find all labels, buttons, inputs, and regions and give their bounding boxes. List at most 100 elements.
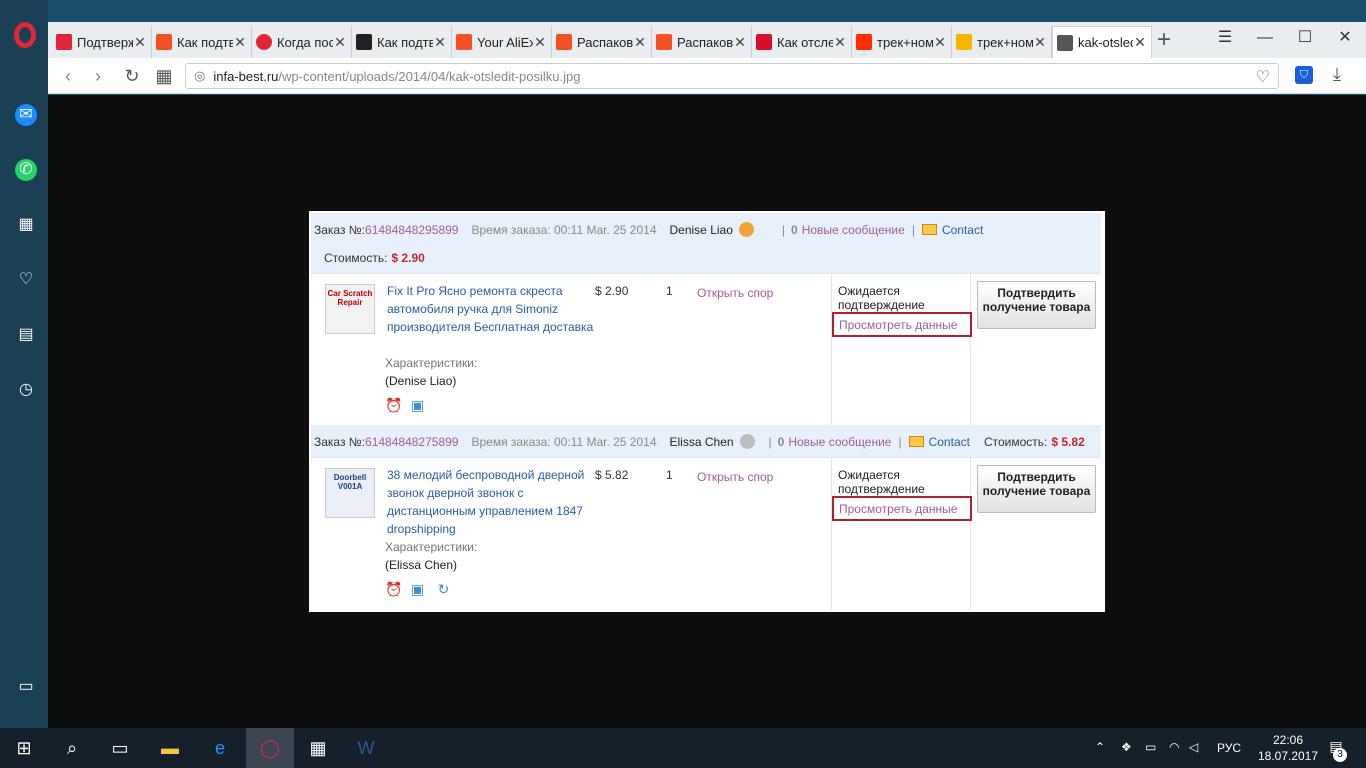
minimize-button[interactable]: — — [1250, 26, 1280, 50]
order-number[interactable]: 61484848275899 — [365, 435, 458, 449]
order-info-line: Заказ №: 61484848295899 Время заказа: 00… — [314, 222, 984, 237]
tab-close-icon[interactable]: ✕ — [233, 34, 247, 51]
seller-name[interactable]: Denise Liao — [670, 223, 733, 237]
tab-close-icon[interactable]: ✕ — [733, 34, 747, 51]
tab-1[interactable]: Подтверждение ✕ — [52, 26, 152, 58]
battery-icon[interactable]: ▭ — [1145, 740, 1159, 754]
bookmark-heart-icon[interactable]: ♡ — [1256, 67, 1270, 87]
new-messages-link[interactable]: Новые сообщение — [788, 435, 891, 449]
tab-6[interactable]: Распаковка ✕ — [552, 26, 652, 58]
opera-taskbar-icon[interactable]: ◯ — [246, 728, 294, 768]
product-title-link[interactable]: 38 мелодий беспроводной дверной звонок д… — [387, 466, 597, 538]
volume-icon[interactable]: ◁ — [1189, 740, 1203, 754]
buyer-name: (Denise Liao) — [385, 374, 457, 388]
product-title-link[interactable]: Fix It Pro Ясно ремонта скреста автомоби… — [387, 282, 597, 336]
speed-dial-icon[interactable]: ▦ — [15, 214, 37, 236]
open-dispute-link[interactable]: Открыть спор — [697, 286, 773, 300]
confirm-receipt-button[interactable]: Подтвердить получение товара — [977, 465, 1096, 513]
open-dispute-link[interactable]: Открыть спор — [697, 470, 773, 484]
view-details-link[interactable]: Просмотреть данные — [832, 496, 972, 521]
tab-2[interactable]: Как подтвердить ✕ — [152, 26, 252, 58]
tab-close-icon[interactable]: ✕ — [533, 34, 547, 51]
tab-close-icon[interactable]: ✕ — [1133, 34, 1147, 51]
seller-name[interactable]: Elissa Chen — [670, 435, 734, 449]
messages-count: 0 — [791, 222, 798, 237]
tab-close-icon[interactable]: ✕ — [333, 34, 347, 51]
tab-menu-icon[interactable]: ☰ — [1210, 26, 1240, 50]
tab-favicon-icon — [1057, 34, 1073, 51]
alarm-clock-icon[interactable]: ⏰ — [385, 582, 402, 596]
tab-title: Как отследить — [777, 34, 833, 50]
edge-icon[interactable]: e — [196, 728, 244, 768]
bookmarks-heart-icon[interactable]: ♡ — [15, 269, 37, 291]
notification-count-badge: 3 — [1333, 748, 1347, 762]
envelope-icon — [921, 224, 937, 235]
forward-icon[interactable]: › — [86, 64, 110, 88]
tab-close-icon[interactable]: ✕ — [1033, 34, 1047, 51]
envelope-icon — [908, 436, 924, 447]
search-icon[interactable]: ⌕ — [48, 728, 96, 768]
new-messages-link[interactable]: Новые сообщение — [802, 223, 905, 237]
cost-label: Стоимость: — [983, 434, 1048, 449]
tab-close-icon[interactable]: ✕ — [833, 34, 847, 51]
opera-sidebar: ✉ ✆ ▦ ♡ ▤ ◷ ▭ — [0, 0, 48, 728]
contact-link[interactable]: Contact — [929, 435, 970, 449]
sidebar-toggle-icon[interactable]: ▭ — [15, 676, 37, 698]
task-view-icon[interactable]: ▭ — [96, 728, 144, 768]
tab-7[interactable]: Распаковка ✕ — [652, 26, 752, 58]
back-icon[interactable]: ‹ — [56, 64, 80, 88]
view-details-link[interactable]: Просмотреть данные — [832, 312, 972, 337]
tab-close-icon[interactable]: ✕ — [433, 34, 447, 51]
tab-title: kak-otsledit — [1078, 35, 1133, 50]
tab-title: Подтверждение — [77, 34, 133, 50]
globe-icon: ◎ — [194, 68, 206, 83]
close-window-button[interactable]: ✕ — [1330, 26, 1360, 50]
word-icon[interactable]: W — [342, 728, 390, 768]
bitwarden-extension-icon[interactable]: ⛉ — [1295, 66, 1313, 84]
reload-icon[interactable]: ↻ — [120, 64, 144, 88]
tray-chevron-icon[interactable]: ⌃ — [1095, 740, 1109, 754]
network-icon[interactable]: ◠ — [1169, 740, 1183, 754]
start-windows-icon[interactable]: ⊞ — [0, 728, 48, 768]
messenger-icon[interactable]: ✉ — [15, 104, 37, 126]
refresh-icon[interactable]: ↻ — [436, 582, 451, 596]
camera-icon[interactable]: ▣ — [410, 398, 425, 412]
maximize-button[interactable]: ☐ — [1290, 26, 1320, 50]
calculator-icon[interactable]: ▦ — [294, 728, 342, 768]
download-icon[interactable]: ⤓ — [1333, 64, 1341, 85]
confirm-receipt-button[interactable]: Подтвердить получение товара — [977, 281, 1096, 329]
tab-4[interactable]: Как подтвердить ✕ — [352, 26, 452, 58]
new-tab-button[interactable]: + — [1152, 26, 1176, 54]
clock[interactable]: 22:06 18.07.2017 — [1252, 732, 1324, 764]
tabs-grid-icon[interactable]: ▦ — [152, 64, 176, 88]
order-status-cell: Ожидается подтверждение Просмотреть данн… — [831, 458, 972, 610]
tab-10[interactable]: трек+номер ✕ — [952, 26, 1052, 58]
whatsapp-icon[interactable]: ✆ — [15, 159, 37, 181]
tab-close-icon[interactable]: ✕ — [933, 34, 947, 51]
tab-11-active[interactable]: kak-otsledit ✕ — [1052, 26, 1152, 58]
tab-3[interactable]: Когда после ✕ — [252, 26, 352, 58]
news-icon[interactable]: ▤ — [15, 324, 37, 346]
tab-8[interactable]: Как отследить ✕ — [752, 26, 852, 58]
camera-icon[interactable]: ▣ — [410, 582, 425, 596]
history-clock-icon[interactable]: ◷ — [15, 379, 37, 401]
clock-time: 22:06 — [1272, 733, 1304, 747]
language-indicator[interactable]: РУС — [1217, 741, 1241, 755]
tab-9[interactable]: трек+номер ✕ — [852, 26, 952, 58]
alarm-clock-icon[interactable]: ⏰ — [385, 398, 402, 412]
tab-title: Как подтвердить — [177, 34, 233, 50]
dropbox-icon[interactable]: ❖ — [1121, 740, 1135, 754]
url-input[interactable]: ◎ infa-best.ru/wp-content/uploads/2014/0… — [185, 63, 1279, 89]
tab-favicon-icon — [156, 34, 172, 50]
product-thumbnail[interactable]: Doorbell V001A — [325, 468, 375, 518]
opera-logo-icon[interactable] — [14, 22, 36, 48]
tab-5[interactable]: Your AliExpress ✕ — [452, 26, 552, 58]
file-explorer-icon[interactable]: ▬ — [146, 728, 194, 768]
contact-link[interactable]: Contact — [942, 223, 983, 237]
tab-favicon-icon — [456, 34, 472, 50]
order-cost-line: Стоимость: $ 2.90 — [324, 251, 425, 265]
tab-close-icon[interactable]: ✕ — [133, 34, 147, 51]
product-thumbnail[interactable]: Car Scratch Repair — [325, 284, 375, 334]
order-number[interactable]: 61484848295899 — [365, 223, 458, 237]
tab-close-icon[interactable]: ✕ — [633, 34, 647, 51]
